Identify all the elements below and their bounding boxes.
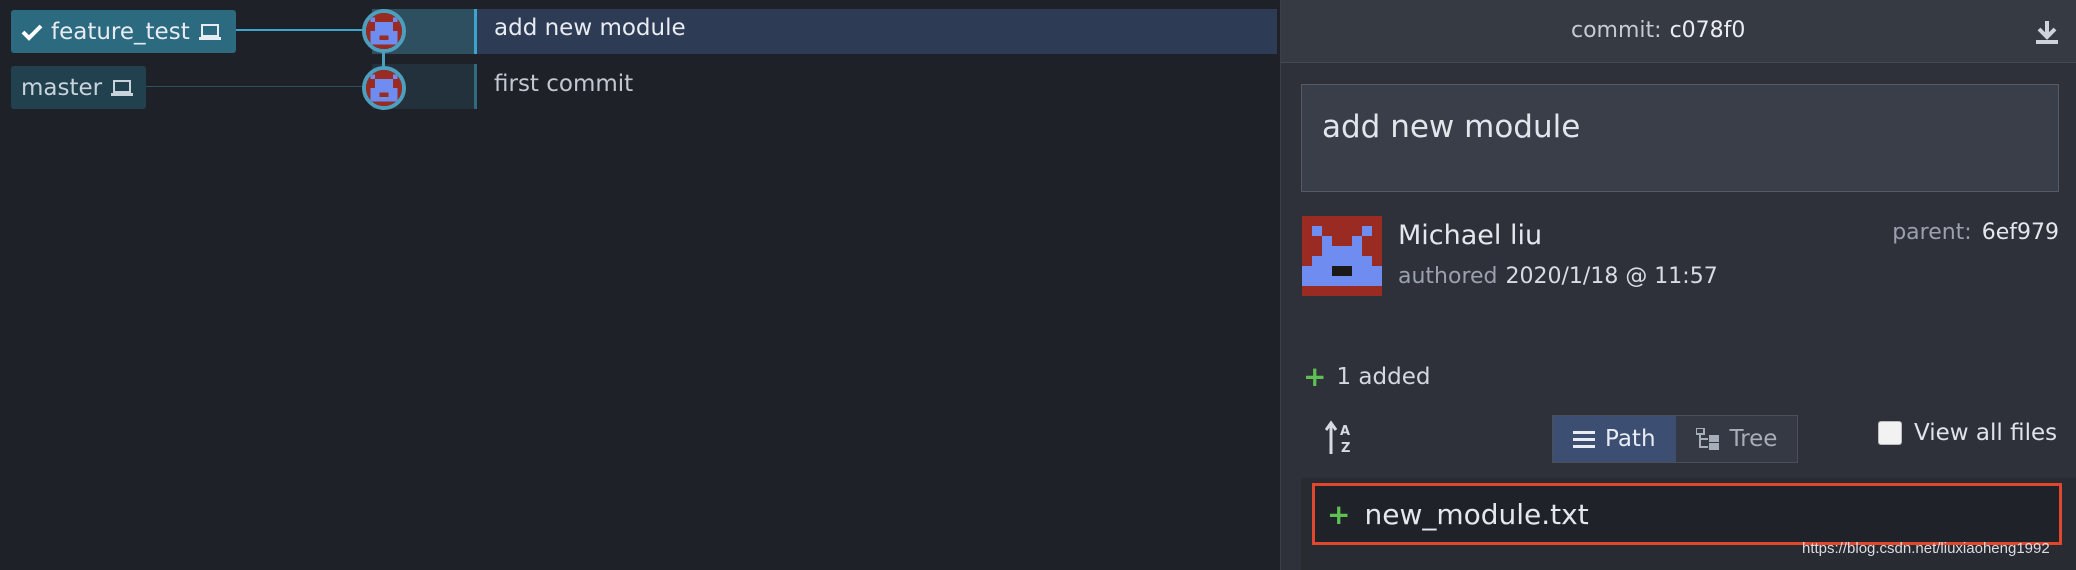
list-icon [1573, 431, 1595, 448]
tree-icon [1695, 428, 1719, 450]
parent-info: parent: 6ef979 [1892, 220, 2059, 245]
watermark: https://blog.csdn.net/liuxiaoheng1992 [1802, 540, 2050, 557]
authored-label: authored [1398, 264, 1498, 289]
commit-date: 2020/1/18 @ 11:57 [1505, 264, 1718, 289]
author-name: Michael liu [1398, 220, 1543, 251]
commit-summary[interactable]: add new module [1301, 84, 2059, 192]
plus-icon: + [1327, 497, 1351, 531]
commit-message[interactable]: add new module [494, 15, 686, 41]
commit-label: commit: [1571, 18, 1662, 43]
check-icon [21, 24, 43, 41]
laptop-icon [198, 23, 221, 40]
branch-name: feature_test [51, 18, 190, 45]
commit-title: commit: c078f0 [1571, 18, 1745, 43]
details-header: commit: c078f0 [1281, 0, 2076, 63]
view-all-files-option[interactable]: View all files [1878, 420, 2057, 446]
changes-summary: + 1 added [1303, 360, 1430, 393]
parent-sha[interactable]: 6ef979 [1982, 220, 2059, 245]
tree-label: Tree [1729, 426, 1778, 452]
svg-text:A: A [1340, 424, 1350, 439]
avatar-icon [366, 70, 402, 106]
branch-label-master[interactable]: master [11, 66, 146, 109]
row-indicator [474, 9, 477, 54]
file-name: new_module.txt [1364, 497, 1589, 531]
commit-sha: c078f0 [1669, 18, 1746, 43]
row-indicator [474, 64, 477, 109]
avatar-icon [366, 13, 402, 49]
commit-node-avatar[interactable] [362, 66, 406, 110]
avatar [1302, 216, 1382, 296]
plus-icon: + [1303, 360, 1327, 393]
added-count: 1 added [1336, 363, 1431, 390]
branch-connector [236, 29, 366, 31]
download-icon[interactable] [2033, 18, 2061, 46]
file-list-item[interactable]: + new_module.txt [1312, 483, 2062, 545]
commit-message[interactable]: first commit [494, 71, 633, 97]
view-all-files-checkbox[interactable] [1878, 421, 1902, 445]
tree-view-button[interactable]: Tree [1675, 416, 1798, 462]
branch-label-feature_test[interactable]: feature_test [11, 10, 236, 53]
path-view-button[interactable]: Path [1553, 416, 1676, 462]
parent-label: parent: [1892, 220, 1972, 245]
branch-connector [146, 86, 366, 87]
laptop-icon [111, 79, 134, 96]
commit-node-avatar[interactable] [362, 9, 406, 53]
svg-text:Z: Z [1341, 441, 1350, 456]
commit-graph: feature_test master add new module first… [0, 0, 1277, 570]
view-mode-toggle: Path Tree [1552, 415, 1799, 463]
authored-line: authored 2020/1/18 @ 11:57 [1398, 264, 1718, 289]
sort-az-icon[interactable]: A Z [1325, 420, 1357, 456]
branch-name: master [21, 74, 103, 101]
path-label: Path [1605, 426, 1656, 452]
view-all-files-label: View all files [1914, 420, 2058, 446]
